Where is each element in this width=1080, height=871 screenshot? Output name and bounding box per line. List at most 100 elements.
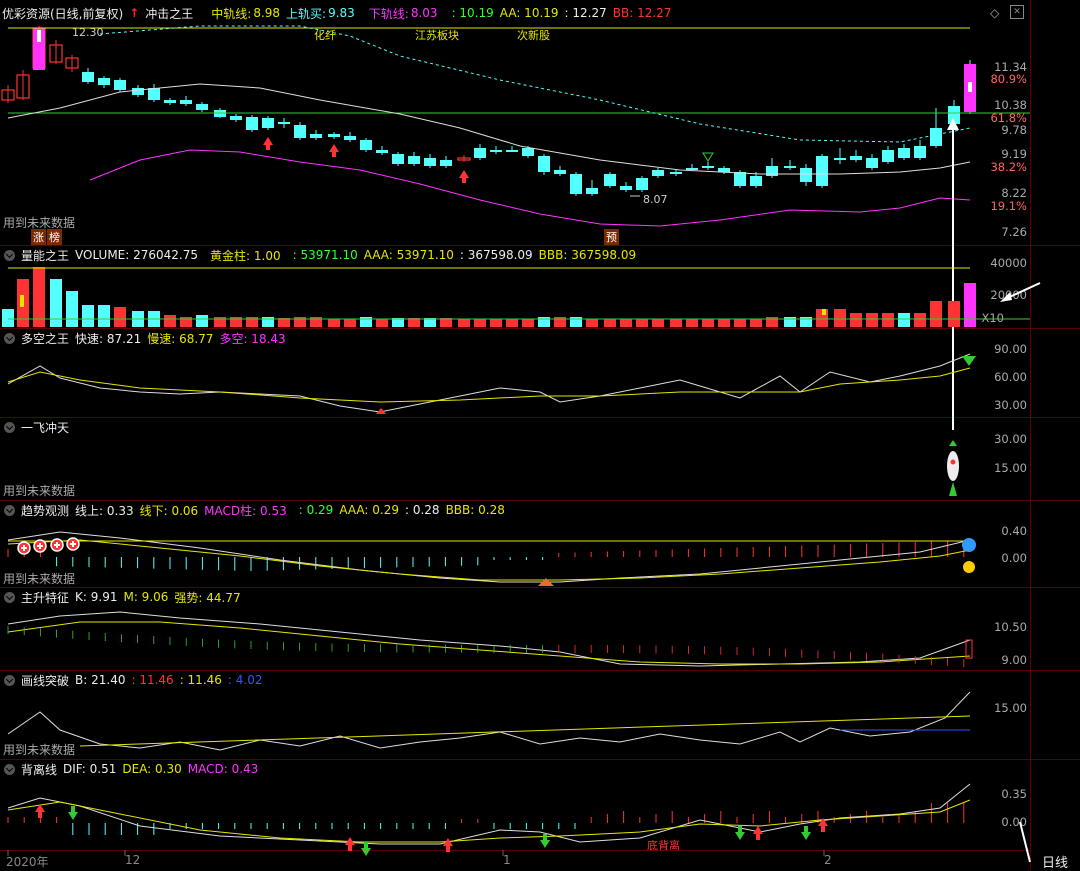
- pct-label: 38.2%: [990, 160, 1027, 174]
- volume-value: VOLUME: 276042.75: [75, 248, 199, 262]
- panel-name[interactable]: 量能之王: [21, 247, 69, 264]
- future-data-note: 用到未来数据: [3, 743, 76, 757]
- rise-panel: 主升特征 K: 9.91 M: 9.06 强势: 44.77 10.50 9.0…: [0, 588, 1030, 670]
- y-label: 0.00: [1001, 815, 1027, 829]
- v2-value: : 367598.09: [459, 248, 533, 262]
- aaa-value: AAA: 53971.10: [363, 248, 454, 262]
- panel-name[interactable]: 多空之王: [21, 330, 69, 347]
- down-value: 8.03: [410, 6, 438, 20]
- mid-value: 8.98: [253, 6, 281, 20]
- longshort-value: 多空: 18.43: [219, 331, 286, 346]
- y-label: 60.00: [994, 370, 1027, 384]
- y-label: 0.40: [1001, 524, 1027, 538]
- y-label: 10.50: [994, 620, 1027, 634]
- expand-toggle-icon[interactable]: [4, 421, 15, 433]
- macd-bar-value: MACD柱: 0.53: [204, 503, 287, 518]
- v3-value: : 4.02: [227, 673, 263, 687]
- close-box-icon[interactable]: ✕: [1010, 5, 1024, 19]
- mid-label: 中轨线:: [211, 6, 252, 21]
- sector-tag-fiber[interactable]: 化纤: [312, 27, 338, 43]
- future-data-note: 用到未来数据: [3, 572, 76, 586]
- expand-toggle-icon[interactable]: [4, 591, 15, 603]
- limit-up-badge: 涨: [31, 229, 46, 245]
- diverge-panel: 背离线 DIF: 0.51 DEA: 0.30 MACD: 0.43 底背离 0…: [0, 760, 1030, 852]
- expand-toggle-icon[interactable]: [4, 504, 15, 516]
- up-value: 9.83: [328, 6, 355, 20]
- bbb-value: BBB: 0.28: [445, 503, 505, 517]
- up-arrow-icon: ↑: [129, 6, 140, 20]
- x-axis: 2020年 12 1 2: [0, 850, 1030, 871]
- line-up-value: 线上: 0.33: [75, 503, 134, 518]
- low-price-annotation: 8.07: [643, 193, 668, 206]
- sector-tag-new[interactable]: 次新股: [515, 27, 552, 43]
- y-label: 9.19: [1001, 147, 1027, 161]
- k-value: K: 9.91: [75, 590, 118, 604]
- y-label: 90.00: [994, 342, 1027, 356]
- scale-unit: X10: [981, 311, 1004, 325]
- future-data-note: 用到未来数据: [3, 484, 76, 498]
- panel-name[interactable]: 画线突破: [21, 672, 69, 689]
- x-label: 1: [503, 853, 511, 867]
- breakout-panel: 画线突破 B: 21.40 : 11.46 : 11.46 : 4.02 用到未…: [0, 671, 1030, 759]
- strength-value: 强势: 44.77: [174, 590, 241, 605]
- bullbear-panel: 多空之王 快速: 87.21 慢速: 68.77 多空: 18.43 90.00…: [0, 329, 1030, 417]
- high-price-annotation: 12.30: [72, 26, 104, 39]
- expand-toggle-icon[interactable]: [4, 249, 15, 261]
- y-label: 0.35: [1001, 787, 1027, 801]
- line-down-value: 线下: 0.06: [139, 503, 199, 518]
- period-tab[interactable]: 日线: [1042, 852, 1068, 871]
- bb-value: BB: 12.27: [612, 6, 672, 20]
- y-label: 7.26: [1001, 225, 1027, 239]
- y-label: 9.78: [1001, 123, 1027, 137]
- rocket-panel: 一飞冲天 用到未来数据 30.00 15.00: [0, 418, 1030, 500]
- aa-value: AA: 10.19: [499, 6, 559, 20]
- expand-toggle-icon[interactable]: [4, 674, 15, 686]
- y-label: 0.00: [1001, 551, 1027, 565]
- volume-panel: 量能之王 VOLUME: 276042.75 黄金柱: 1.00 : 53971…: [0, 246, 1030, 328]
- panel-name[interactable]: 趋势观测: [21, 502, 69, 519]
- macd-value: MACD: 0.43: [187, 762, 259, 776]
- x-label: 2020年: [6, 855, 49, 869]
- slow-value: 慢速: 68.77: [147, 331, 214, 346]
- y-label: 40000: [990, 256, 1027, 270]
- panel-name[interactable]: 主升特征: [21, 589, 69, 606]
- m-value: M: 9.06: [123, 590, 169, 604]
- stock-title[interactable]: 优彩资源(日线,前复权): [2, 5, 123, 22]
- dea-value: DEA: 0.30: [122, 762, 182, 776]
- sector-tag-jiangsu[interactable]: 江苏板块: [413, 27, 461, 43]
- axis-separator: [1030, 0, 1031, 870]
- expand-toggle-icon[interactable]: [4, 763, 15, 775]
- panel-name[interactable]: 一飞冲天: [21, 419, 69, 436]
- bbb-value: BBB: 367598.09: [538, 248, 637, 262]
- v2-value: : 12.27: [564, 6, 607, 20]
- aaa-value: AAA: 0.29: [339, 503, 399, 517]
- v2-value: : 11.46: [179, 673, 222, 687]
- b-value: B: 21.40: [75, 673, 126, 687]
- gold-bar-value: 黄金柱: 1.00: [210, 248, 281, 263]
- pct-label: 61.8%: [990, 111, 1027, 125]
- forecast-badge: 预: [604, 229, 619, 245]
- expand-toggle-icon[interactable]: [4, 332, 15, 344]
- pct-label: 19.1%: [990, 199, 1027, 213]
- fast-value: 快速: 87.21: [75, 331, 142, 346]
- y-label: 10.38: [994, 98, 1027, 112]
- v1-value: : 11.46: [131, 673, 174, 687]
- y-label: 15.00: [994, 701, 1027, 715]
- rank-badge: 榜: [47, 229, 62, 245]
- x-label: 12: [125, 853, 141, 867]
- y-label: 30.00: [994, 432, 1027, 446]
- v2-value: : 0.28: [404, 503, 440, 517]
- y-label: 8.22: [1001, 186, 1027, 200]
- v1-value: : 0.29: [298, 503, 334, 517]
- indicator-name[interactable]: 冲击之王: [145, 5, 193, 22]
- price-header: 优彩资源(日线,前复权) ↑ 冲击之王 中轨线: 8.98 上轨买: 9.83 …: [2, 4, 677, 22]
- y-label: 15.00: [994, 461, 1027, 475]
- v1-value: : 10.19: [451, 6, 494, 20]
- v1-value: : 53971.10: [292, 248, 358, 262]
- x-label: 2: [824, 853, 832, 867]
- panel-name[interactable]: 背离线: [21, 761, 57, 778]
- pct-label: 80.9%: [990, 72, 1027, 86]
- trend-panel: 趋势观测 线上: 0.33 线下: 0.06 MACD柱: 0.53 : 0.2…: [0, 501, 1030, 587]
- diamond-icon[interactable]: ◇: [990, 6, 999, 20]
- down-label: 下轨线:: [368, 6, 409, 21]
